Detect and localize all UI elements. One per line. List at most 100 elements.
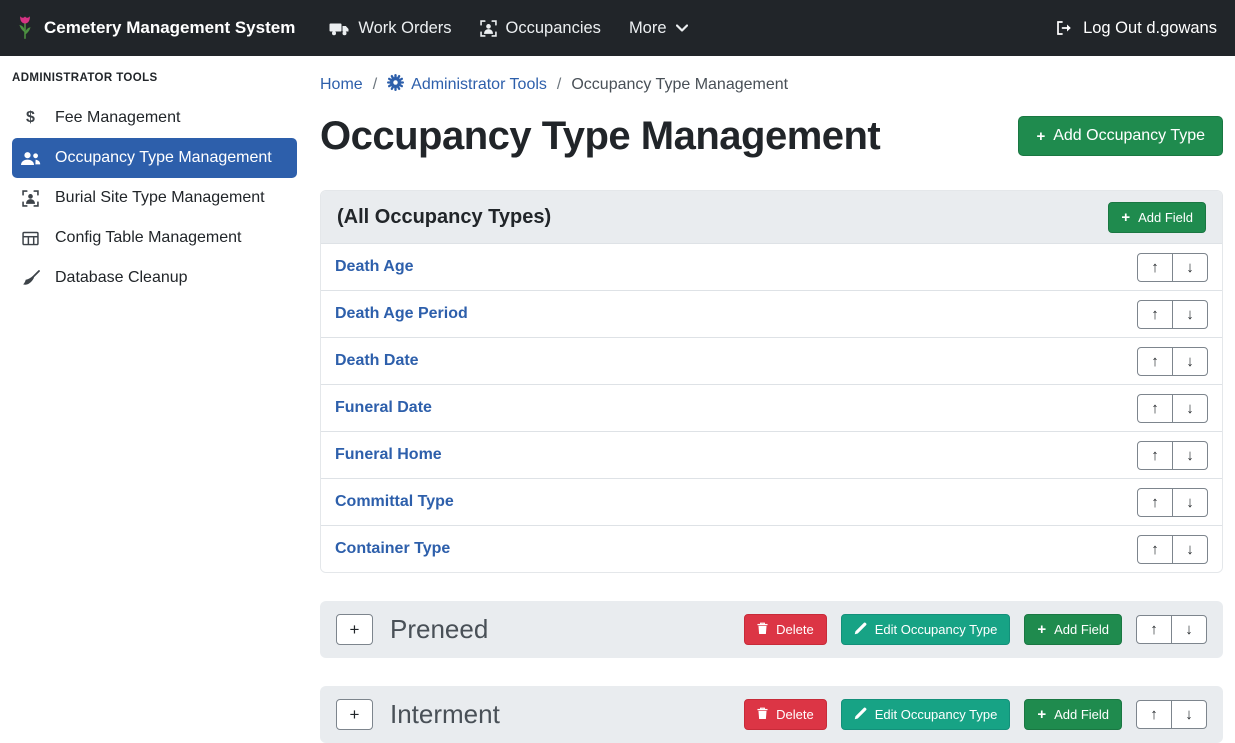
arrow-up-icon: ↑ <box>1151 447 1159 464</box>
add-field-label: Add Field <box>1054 622 1109 637</box>
move-up-button[interactable]: ↑ <box>1137 488 1173 517</box>
field-row: Death Age Period ↑ ↓ <box>321 290 1222 337</box>
reorder-buttons: ↑ ↓ <box>1137 535 1208 564</box>
arrow-up-icon: ↑ <box>1151 494 1159 511</box>
all-occupancy-types-title: (All Occupancy Types) <box>337 206 551 229</box>
expand-section-button[interactable]: + <box>336 699 373 730</box>
move-down-button[interactable]: ↓ <box>1172 394 1208 423</box>
logout-button[interactable]: Log Out d.gowans <box>1055 19 1219 38</box>
field-link[interactable]: Funeral Date <box>335 399 432 417</box>
logout-icon <box>1055 20 1073 36</box>
plus-icon: + <box>1037 622 1046 637</box>
field-link[interactable]: Funeral Home <box>335 446 442 464</box>
delete-label: Delete <box>776 622 814 637</box>
move-down-button[interactable]: ↓ <box>1172 441 1208 470</box>
move-up-button[interactable]: ↑ <box>1137 300 1173 329</box>
move-up-button[interactable]: ↑ <box>1137 253 1173 282</box>
reorder-buttons: ↑ ↓ <box>1137 441 1208 470</box>
edit-occupancy-type-button[interactable]: Edit Occupancy Type <box>841 614 1011 645</box>
move-down-button[interactable]: ↓ <box>1172 488 1208 517</box>
arrow-down-icon: ↓ <box>1186 353 1194 370</box>
app-brand[interactable]: Cemetery Management System <box>16 15 295 41</box>
field-link[interactable]: Death Age Period <box>335 305 468 323</box>
arrow-up-icon: ↑ <box>1150 621 1158 638</box>
add-field-button[interactable]: + Add Field <box>1024 614 1122 645</box>
field-link[interactable]: Committal Type <box>335 493 454 511</box>
nav-more[interactable]: More <box>615 11 702 46</box>
tulip-logo-icon <box>16 15 34 41</box>
reorder-buttons: ↑ ↓ <box>1137 300 1208 329</box>
sidebar-item-database-cleanup[interactable]: Database Cleanup <box>12 258 297 298</box>
field-link[interactable]: Death Date <box>335 352 419 370</box>
reorder-buttons: ↑ ↓ <box>1137 253 1208 282</box>
trash-icon <box>757 707 768 723</box>
move-down-button[interactable]: ↓ <box>1172 300 1208 329</box>
sidebar-item-fee-management[interactable]: $ Fee Management <box>12 98 297 138</box>
expand-section-button[interactable]: + <box>336 614 373 645</box>
users-icon <box>19 151 42 166</box>
move-down-button[interactable]: ↓ <box>1172 347 1208 376</box>
sidebar-item-config-table-management[interactable]: Config Table Management <box>12 218 297 258</box>
broom-icon <box>19 270 42 286</box>
field-row: Death Age ↑ ↓ <box>321 243 1222 290</box>
add-field-label: Add Field <box>1138 210 1193 225</box>
breadcrumb-home-link[interactable]: Home <box>320 76 363 94</box>
plus-icon: + <box>1037 707 1046 722</box>
sidebar-item-occupancy-type-management[interactable]: Occupancy Type Management <box>12 138 297 178</box>
arrow-down-icon: ↓ <box>1186 259 1194 276</box>
plus-icon: + <box>1121 210 1130 225</box>
move-up-button[interactable]: ↑ <box>1136 615 1172 644</box>
edit-occupancy-type-label: Edit Occupancy Type <box>875 707 998 722</box>
pencil-icon <box>854 707 867 723</box>
field-link[interactable]: Death Age <box>335 258 414 276</box>
breadcrumb-current: Occupancy Type Management <box>571 76 788 94</box>
arrow-down-icon: ↓ <box>1186 494 1194 511</box>
gear-icon <box>387 74 404 96</box>
move-up-button[interactable]: ↑ <box>1136 700 1172 729</box>
edit-occupancy-type-button[interactable]: Edit Occupancy Type <box>841 699 1011 730</box>
field-row: Funeral Date ↑ ↓ <box>321 384 1222 431</box>
arrow-up-icon: ↑ <box>1151 541 1159 558</box>
move-up-button[interactable]: ↑ <box>1137 347 1173 376</box>
nav-work-orders[interactable]: Work Orders <box>315 11 465 46</box>
move-down-button[interactable]: ↓ <box>1171 700 1207 729</box>
move-up-button[interactable]: ↑ <box>1137 535 1173 564</box>
nav-more-label: More <box>629 19 667 38</box>
move-down-button[interactable]: ↓ <box>1172 535 1208 564</box>
sidebar-item-label: Burial Site Type Management <box>55 189 265 207</box>
move-up-button[interactable]: ↑ <box>1137 441 1173 470</box>
sidebar-item-label: Occupancy Type Management <box>55 149 272 167</box>
delete-button[interactable]: Delete <box>744 699 827 730</box>
arrow-up-icon: ↑ <box>1150 706 1158 723</box>
add-occupancy-type-label: Add Occupancy Type <box>1053 127 1205 145</box>
page-layout: Administrator Tools $ Fee Management Occ… <box>0 56 1235 738</box>
plus-icon: + <box>1036 129 1045 144</box>
move-up-button[interactable]: ↑ <box>1137 394 1173 423</box>
breadcrumb-admin-tools-link[interactable]: Administrator Tools <box>387 74 547 96</box>
add-field-button[interactable]: + Add Field <box>1108 202 1206 233</box>
nav-work-orders-label: Work Orders <box>358 19 451 38</box>
field-link[interactable]: Container Type <box>335 540 450 558</box>
breadcrumb-separator: / <box>373 76 377 94</box>
edit-occupancy-type-label: Edit Occupancy Type <box>875 622 998 637</box>
nav-occupancies[interactable]: Occupancies <box>466 11 615 46</box>
add-occupancy-type-button[interactable]: + Add Occupancy Type <box>1018 116 1223 156</box>
move-down-button[interactable]: ↓ <box>1172 253 1208 282</box>
sidebar-item-burial-site-type-management[interactable]: Burial Site Type Management <box>12 178 297 218</box>
chevron-down-icon <box>676 24 688 32</box>
arrow-down-icon: ↓ <box>1186 541 1194 558</box>
add-field-label: Add Field <box>1054 707 1109 722</box>
arrow-down-icon: ↓ <box>1186 306 1194 323</box>
section-actions: Delete Edit Occupancy Type + Add Field ↑ <box>744 614 1207 645</box>
move-down-button[interactable]: ↓ <box>1171 615 1207 644</box>
section-title: Interment <box>390 699 500 730</box>
all-occupancy-types-header: (All Occupancy Types) + Add Field <box>321 191 1222 243</box>
delete-button[interactable]: Delete <box>744 614 827 645</box>
app-title: Cemetery Management System <box>44 18 295 38</box>
all-occupancy-types-card: (All Occupancy Types) + Add Field Death … <box>320 190 1223 573</box>
add-field-button[interactable]: + Add Field <box>1024 699 1122 730</box>
arrow-up-icon: ↑ <box>1151 306 1159 323</box>
arrow-up-icon: ↑ <box>1151 259 1159 276</box>
work-orders-icon <box>329 21 349 36</box>
page-header: Occupancy Type Management + Add Occupanc… <box>320 112 1223 160</box>
